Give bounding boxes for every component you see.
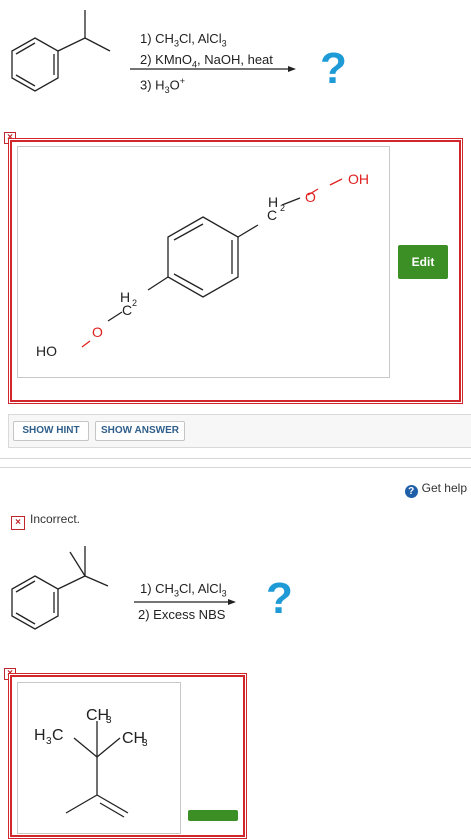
methyl-left-h: H (34, 727, 46, 744)
methylene-sub-label-bottom: 2 (132, 298, 137, 308)
condition-step-2b: 2) Excess NBS (138, 607, 226, 622)
incorrect-icon: × (11, 516, 25, 530)
methylene-c-label-bottom: C (122, 302, 132, 318)
product-question-mark-1: ? (320, 44, 347, 93)
reaction-arrow-1 (130, 66, 296, 72)
divider-bottom (0, 467, 471, 468)
oxygen-label-bottom: O (92, 324, 103, 340)
divider-top (0, 458, 471, 459)
edit-button-1[interactable]: Edit (398, 245, 448, 279)
answer-structure-1: OH O H 2 C H 2 C O HO (36, 171, 369, 359)
starting-material-isopropylbenzene (11, 10, 111, 92)
status-incorrect: × Incorrect. (11, 512, 80, 530)
hydroxyl-label-bottom: HO (36, 343, 57, 359)
answer-drawing-canvas-2[interactable]: CH 3 H 3 C CH 3 (17, 682, 181, 834)
show-answer-button[interactable]: SHOW ANSWER (95, 421, 185, 441)
methyl-top-sub: 3 (106, 715, 112, 726)
condition-step-3: 3) H3O+ (140, 76, 185, 95)
starting-material-tert-butylbenzene (11, 546, 109, 630)
methyl-left-c: C (52, 727, 64, 744)
get-help-label: Get help (421, 481, 467, 495)
answer-drawing-canvas-1[interactable]: OH O H 2 C H 2 C O HO (17, 146, 390, 378)
help-icon: ? (404, 485, 418, 498)
methylene-c-label-top: C (267, 207, 277, 223)
condition-step-1: 1) CH3Cl, AlCl3 (140, 31, 227, 49)
show-hint-button[interactable]: SHOW HINT (13, 421, 89, 441)
hydroxyl-label-top: OH (348, 171, 369, 187)
answer-structure-2: CH 3 H 3 C CH 3 (34, 707, 148, 818)
oxygen-label-top: O (305, 189, 316, 205)
product-question-mark-2: ? (266, 574, 293, 623)
methyl-right-sub: 3 (142, 738, 148, 749)
edit-button-2[interactable] (188, 810, 238, 821)
get-help-link[interactable]: ? Get help (404, 481, 467, 498)
methylene-sub-label-top: 2 (280, 203, 285, 213)
status-text: Incorrect. (30, 512, 81, 526)
